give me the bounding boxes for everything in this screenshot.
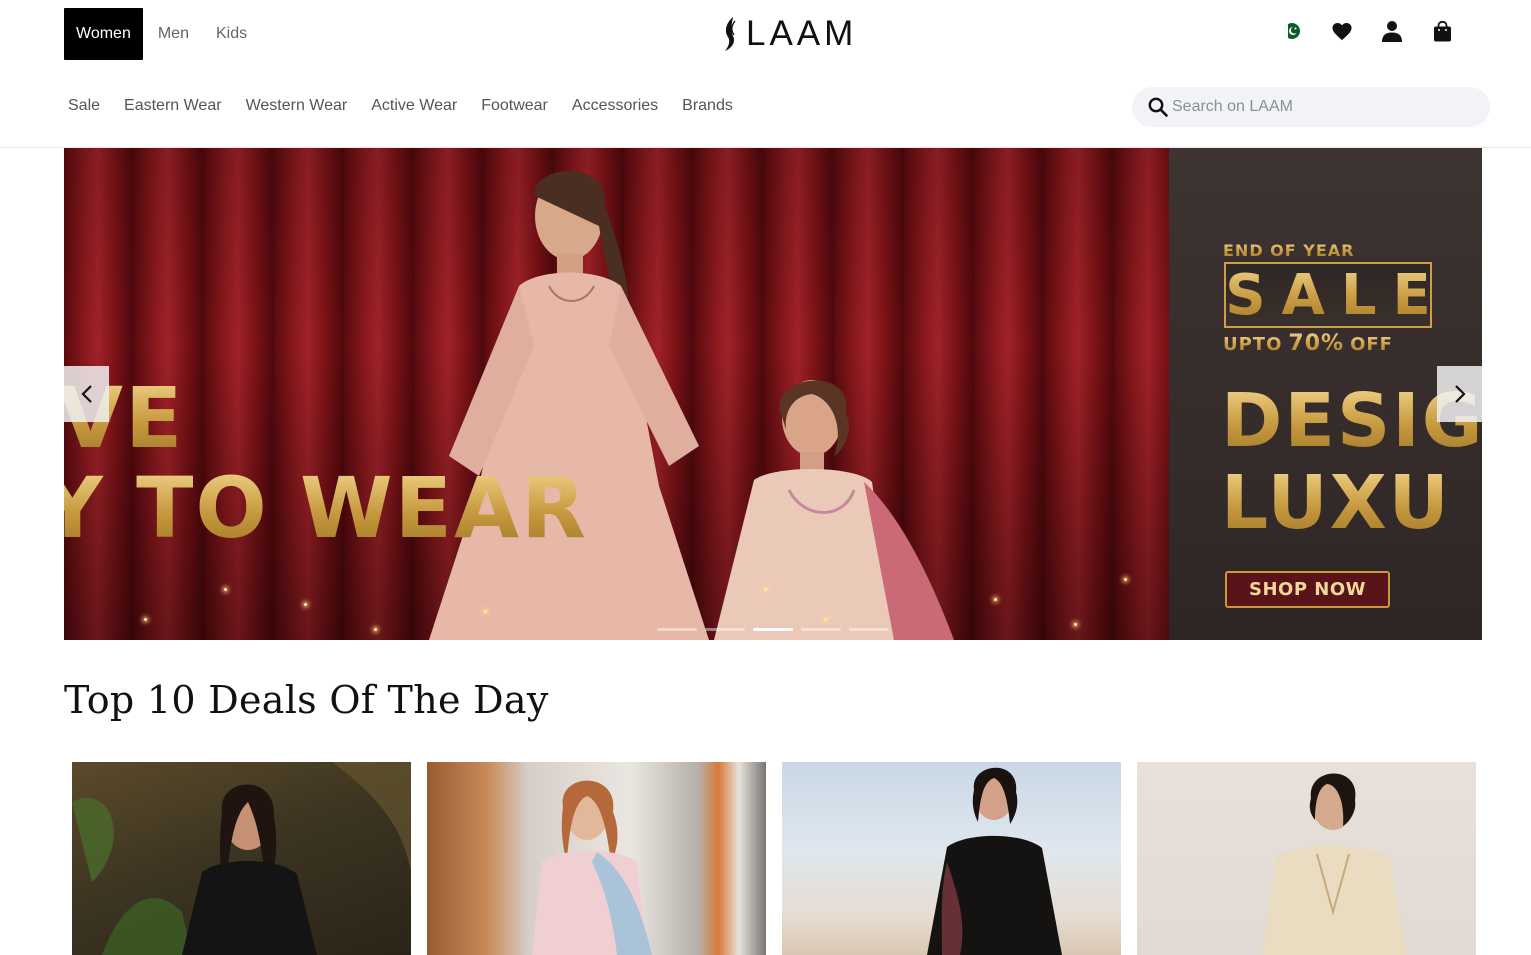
deal-card-1[interactable] xyxy=(64,754,419,955)
chevron-right-icon xyxy=(1454,385,1466,403)
promo-end-of-year: END OF YEAR xyxy=(1223,241,1355,260)
promo-upto: UPTO xyxy=(1223,334,1283,355)
nav-item-eastern-wear[interactable]: Eastern Wear xyxy=(112,97,234,115)
promo-line2: LUXU xyxy=(1221,460,1451,546)
sparkle xyxy=(1124,578,1127,581)
sparkle xyxy=(224,588,227,591)
pakistan-flag-icon[interactable] xyxy=(1267,14,1317,48)
user-icon[interactable] xyxy=(1367,14,1417,48)
gender-tabs: Women Men Kids xyxy=(64,8,262,60)
deal-card-3[interactable] xyxy=(774,754,1129,955)
category-nav: Sale Eastern Wear Western Wear Active We… xyxy=(56,86,745,126)
sparkle xyxy=(1074,623,1077,626)
chevron-left-icon xyxy=(80,385,92,403)
promo-upto-line: UPTO 70% OFF xyxy=(1223,331,1393,356)
promo-sale-box: SALE xyxy=(1224,262,1432,328)
search-bar xyxy=(1132,87,1490,127)
tab-men[interactable]: Men xyxy=(146,8,201,60)
search-icon[interactable] xyxy=(1148,97,1168,117)
search-input[interactable] xyxy=(1172,98,1472,116)
model-standing-image xyxy=(429,171,709,640)
shopping-bag-icon[interactable] xyxy=(1417,14,1467,48)
sparkle xyxy=(994,598,997,601)
carousel-dot-1[interactable] xyxy=(657,628,697,631)
nav-item-footwear[interactable]: Footwear xyxy=(469,97,560,115)
model-seated-image xyxy=(714,380,954,640)
shop-now-label: SHOP NOW xyxy=(1248,579,1366,600)
carousel-dot-2[interactable] xyxy=(705,628,745,631)
promo-off: OFF xyxy=(1350,334,1393,355)
site-logo[interactable]: LAAM xyxy=(722,15,857,53)
promo-sale-text: SALE xyxy=(1225,262,1447,328)
deal-card-2[interactable] xyxy=(419,754,774,955)
sparkle xyxy=(144,618,147,621)
sparkle xyxy=(764,588,767,591)
logo-text: LAAM xyxy=(746,14,858,53)
deals-carousel xyxy=(64,754,1484,955)
carousel-dot-4[interactable] xyxy=(801,628,841,631)
carousel-dot-3[interactable] xyxy=(753,628,793,631)
tab-kids[interactable]: Kids xyxy=(204,8,259,60)
logo-leaf-icon xyxy=(725,17,736,51)
carousel-indicators xyxy=(657,628,897,631)
carousel-prev-button[interactable] xyxy=(64,366,109,422)
nav-item-western-wear[interactable]: Western Wear xyxy=(234,97,360,115)
deal-card-image xyxy=(72,762,411,955)
carousel-dot-5[interactable] xyxy=(849,628,889,631)
nav-item-accessories[interactable]: Accessories xyxy=(560,97,670,115)
sparkle xyxy=(824,618,827,621)
nav-item-active-wear[interactable]: Active Wear xyxy=(359,97,469,115)
deal-card-image xyxy=(427,762,766,955)
heart-icon[interactable] xyxy=(1317,14,1367,48)
deals-section-title: Top 10 Deals Of The Day xyxy=(64,678,549,722)
carousel-next-button[interactable] xyxy=(1437,366,1482,422)
shop-now-button[interactable]: SHOP NOW xyxy=(1225,571,1390,608)
nav-item-sale[interactable]: Sale xyxy=(56,97,112,115)
promo-percent: 70% xyxy=(1288,331,1345,356)
hero-text-line2: Y TO WEAR xyxy=(64,466,588,550)
deal-card-image xyxy=(1137,762,1476,955)
deal-card-image xyxy=(782,762,1121,955)
tab-women[interactable]: Women xyxy=(64,8,143,60)
nav-item-brands[interactable]: Brands xyxy=(670,97,745,115)
sparkle xyxy=(484,610,487,613)
header-icons xyxy=(1267,14,1467,48)
hero-carousel[interactable]: VE Y TO WEAR END OF YEAR SALE UPTO 70% O… xyxy=(64,148,1482,640)
deal-card-4[interactable] xyxy=(1129,754,1484,955)
sparkle xyxy=(374,628,377,631)
sparkle xyxy=(304,603,307,606)
